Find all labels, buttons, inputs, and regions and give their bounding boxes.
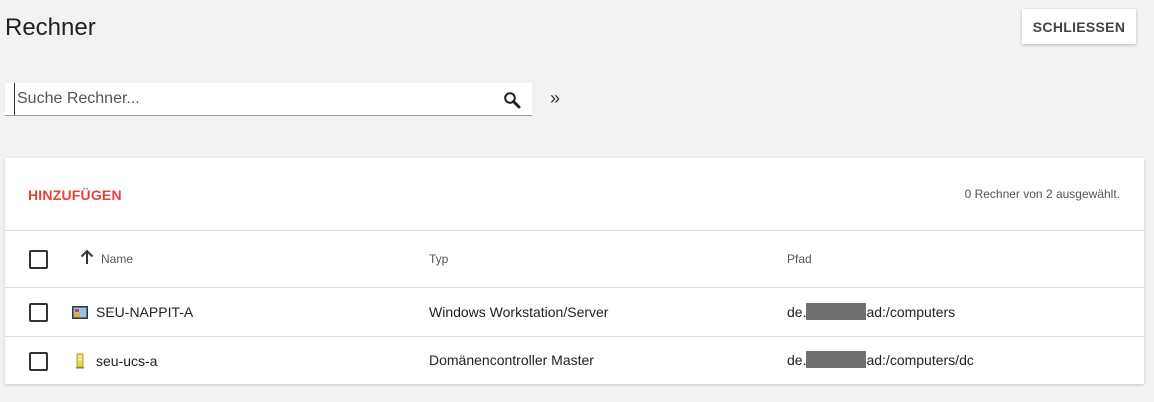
search-icon[interactable] (503, 91, 521, 109)
column-header-name[interactable]: Name (101, 252, 133, 266)
more-options-button[interactable]: » (550, 88, 560, 109)
path-prefix: de. (787, 352, 807, 368)
redacted-block (806, 351, 867, 368)
search-box[interactable] (5, 83, 532, 116)
divider (5, 336, 1144, 337)
row-name[interactable]: seu-ucs-a (96, 353, 157, 369)
select-all-checkbox[interactable] (29, 250, 48, 269)
search-input[interactable] (14, 83, 484, 115)
path-suffix: ad:/computers/dc (866, 352, 974, 368)
add-button[interactable]: HINZUFÜGEN (28, 187, 122, 203)
path-suffix: ad:/computers (866, 304, 956, 320)
row-checkbox[interactable] (29, 352, 48, 371)
column-header-type[interactable]: Typ (429, 252, 448, 266)
page-title: Rechner (5, 14, 96, 41)
windows-computer-icon (72, 306, 88, 319)
row-name[interactable]: SEU-NAPPIT-A (96, 304, 193, 320)
column-header-path[interactable]: Pfad (787, 252, 812, 266)
close-button[interactable]: SCHLIESSEN (1022, 9, 1136, 44)
row-type: Domänencontroller Master (429, 352, 594, 368)
row-path: de. ad:/computers/dc (787, 351, 974, 368)
selection-status: 0 Rechner von 2 ausgewählt. (964, 187, 1120, 201)
divider (5, 287, 1144, 288)
row-checkbox[interactable] (29, 303, 48, 322)
row-type: Windows Workstation/Server (429, 304, 609, 320)
domain-controller-icon (76, 353, 84, 369)
divider (5, 230, 1144, 231)
row-path: de. ad:/computers (787, 303, 955, 320)
path-prefix: de. (787, 304, 807, 320)
sort-ascending-icon[interactable] (79, 249, 95, 265)
computers-table-card: HINZUFÜGEN 0 Rechner von 2 ausgewählt. N… (5, 158, 1144, 384)
redacted-block (806, 303, 867, 320)
